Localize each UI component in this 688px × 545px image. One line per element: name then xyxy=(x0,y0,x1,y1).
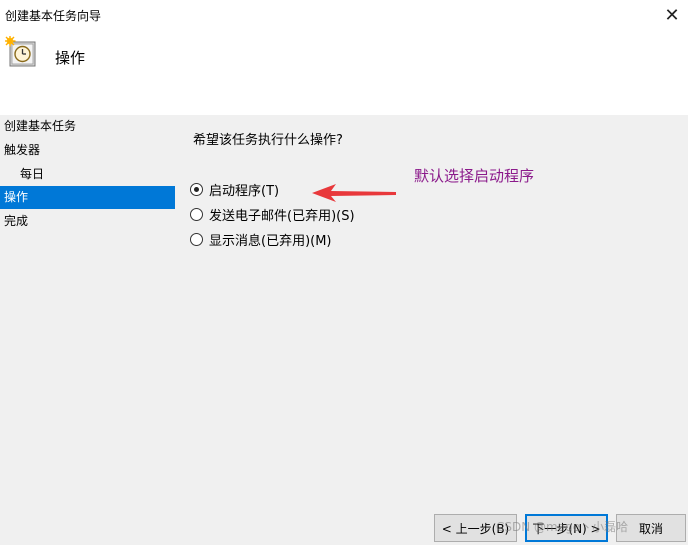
radio-start-program[interactable] xyxy=(190,182,203,196)
action-question: 希望该任务执行什么操作? xyxy=(193,133,343,148)
window-title: 创建基本任务向导 xyxy=(5,9,102,23)
radio-send-email[interactable] xyxy=(190,207,203,221)
task-scheduler-clock-icon xyxy=(5,36,36,67)
step-action[interactable]: 操作 xyxy=(0,186,175,209)
step-create-basic-task[interactable]: 创建基本任务 xyxy=(0,115,176,138)
option-label: 发送电子邮件(已弃用)(S) xyxy=(209,208,355,224)
option-label: 启动程序(T) xyxy=(209,183,280,199)
close-icon[interactable]: ✕ xyxy=(656,0,688,30)
option-send-email[interactable]: 发送电子邮件(已弃用)(S) xyxy=(190,204,355,224)
option-label: 显示消息(已弃用)(M) xyxy=(209,233,332,249)
step-daily[interactable]: 每日 xyxy=(0,163,176,186)
annotation-text: 默认选择启动程序 xyxy=(414,167,535,185)
step-trigger[interactable]: 触发器 xyxy=(0,139,176,162)
step-finish[interactable]: 完成 xyxy=(0,210,176,233)
option-start-program[interactable]: 启动程序(T) xyxy=(190,179,279,199)
radio-display-message[interactable] xyxy=(190,232,203,246)
header-panel: 创建基本任务向导 ✕ 操作 xyxy=(0,0,688,115)
annotation-arrow xyxy=(312,184,396,202)
watermark: CSDN @mage丶小磊哈 xyxy=(496,520,629,534)
option-display-message[interactable]: 显示消息(已弃用)(M) xyxy=(190,229,332,249)
page-title: 操作 xyxy=(55,49,86,67)
